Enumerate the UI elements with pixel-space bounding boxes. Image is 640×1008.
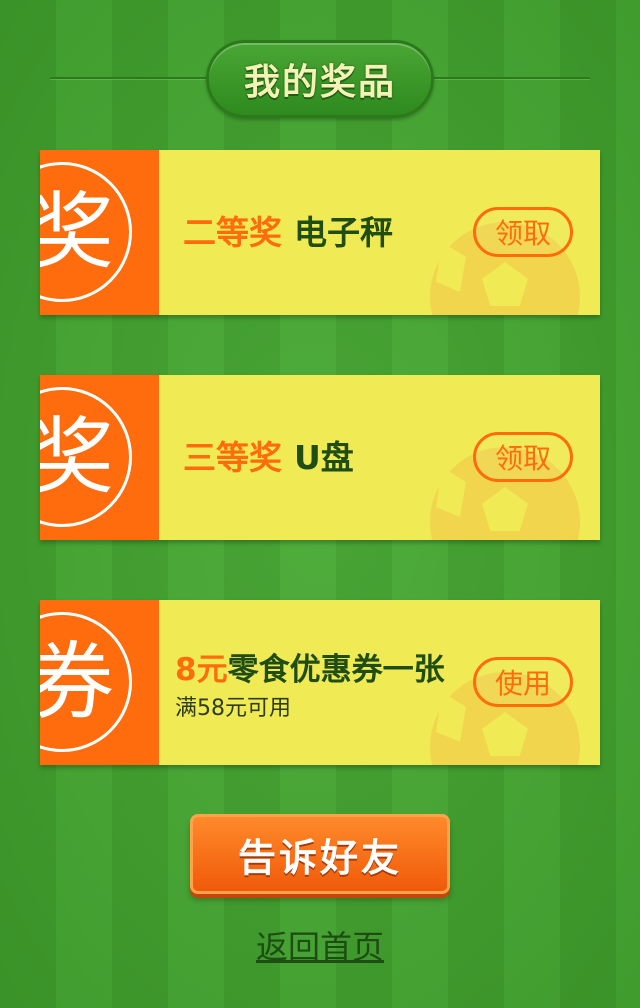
prize-name: 电子秤 bbox=[294, 213, 393, 252]
prize-rank: 三等奖 bbox=[183, 438, 282, 477]
claim-button[interactable]: 领取 bbox=[473, 432, 573, 482]
coupon-description: 零食优惠券一张 bbox=[227, 652, 445, 688]
ticket-stub: 奖 bbox=[40, 375, 159, 540]
claim-button[interactable]: 领取 bbox=[473, 207, 573, 257]
coupon-badge: 券 bbox=[40, 612, 132, 752]
prize-ticket: 奖 三等奖 U盘 领取 bbox=[40, 375, 600, 540]
title-banner: 我的奖品 bbox=[206, 40, 434, 118]
ticket-body: 三等奖 U盘 领取 bbox=[159, 375, 600, 540]
prize-title: 二等奖 电子秤 bbox=[183, 206, 393, 254]
coupon-condition: 满58元可用 bbox=[175, 696, 291, 721]
prize-rank: 二等奖 bbox=[183, 213, 282, 252]
coupon-ticket: 券 8元零食优惠券一张 满58元可用 使用 bbox=[40, 600, 600, 765]
ticket-edge bbox=[594, 150, 600, 315]
prize-badge: 奖 bbox=[40, 162, 132, 302]
back-home-link[interactable]: 返回首页 bbox=[0, 922, 640, 968]
use-coupon-button[interactable]: 使用 bbox=[473, 657, 573, 707]
coupon-badge-char: 券 bbox=[40, 633, 114, 731]
prize-badge-char: 奖 bbox=[40, 183, 114, 281]
prize-title: 三等奖 U盘 bbox=[183, 431, 354, 479]
ticket-stub: 奖 bbox=[40, 150, 159, 315]
prize-badge-char: 奖 bbox=[40, 408, 114, 506]
ticket-edge bbox=[594, 600, 600, 765]
page-title: 我的奖品 bbox=[243, 62, 396, 103]
ticket-stub: 券 bbox=[40, 600, 159, 765]
share-button[interactable]: 告诉好友 bbox=[190, 814, 450, 894]
ticket-body: 8元零食优惠券一张 满58元可用 使用 bbox=[159, 600, 600, 765]
ticket-body: 二等奖 电子秤 领取 bbox=[159, 150, 600, 315]
ticket-edge bbox=[594, 375, 600, 540]
prize-ticket: 奖 二等奖 电子秤 领取 bbox=[40, 150, 600, 315]
coupon-title: 8元零食优惠券一张 bbox=[175, 644, 445, 689]
coupon-amount: 8元 bbox=[175, 652, 228, 688]
share-button-label: 告诉好友 bbox=[237, 835, 402, 880]
prize-name: U盘 bbox=[294, 438, 354, 477]
prize-badge: 奖 bbox=[40, 387, 132, 527]
